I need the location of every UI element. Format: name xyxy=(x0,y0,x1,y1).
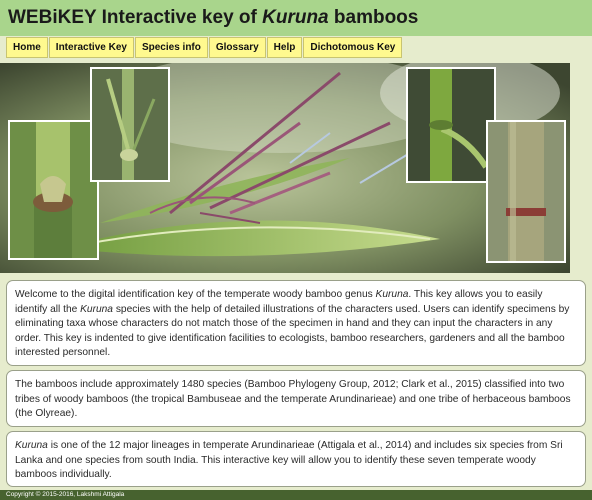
header-bar: WEBiKEY Interactive key of Kuruna bamboo… xyxy=(0,0,592,36)
photo-branch-top xyxy=(90,67,170,182)
banner-image xyxy=(0,63,570,273)
site-title: WEBiKEY Interactive key of Kuruna bamboo… xyxy=(8,7,419,28)
nav-interactive-key[interactable]: Interactive Key xyxy=(48,37,134,58)
intro-panel: Welcome to the digital identification ke… xyxy=(6,280,586,366)
footer-bar: Copyright © 2015-2016, Lakshmi Attigala xyxy=(0,490,592,500)
kuruna-panel: Kuruna is one of the 12 major lineages i… xyxy=(6,431,586,487)
photo-branch-right xyxy=(406,67,496,183)
nav-home[interactable]: Home xyxy=(6,37,48,58)
copyright-text: Copyright © 2015-2016, Lakshmi Attigala xyxy=(6,491,125,498)
main-nav: Home Interactive Key Species info Glossa… xyxy=(6,37,403,58)
photo-node-right xyxy=(486,120,566,263)
photo-node-left xyxy=(8,120,99,260)
bamboos-panel: The bamboos include approximately 1480 s… xyxy=(6,370,586,427)
nav-species-info[interactable]: Species info xyxy=(134,37,208,58)
nav-dichotomous-key[interactable]: Dichotomous Key xyxy=(303,37,403,58)
title-genus: Kuruna xyxy=(262,7,329,28)
nav-glossary[interactable]: Glossary xyxy=(208,37,266,58)
nav-help[interactable]: Help xyxy=(266,37,303,58)
